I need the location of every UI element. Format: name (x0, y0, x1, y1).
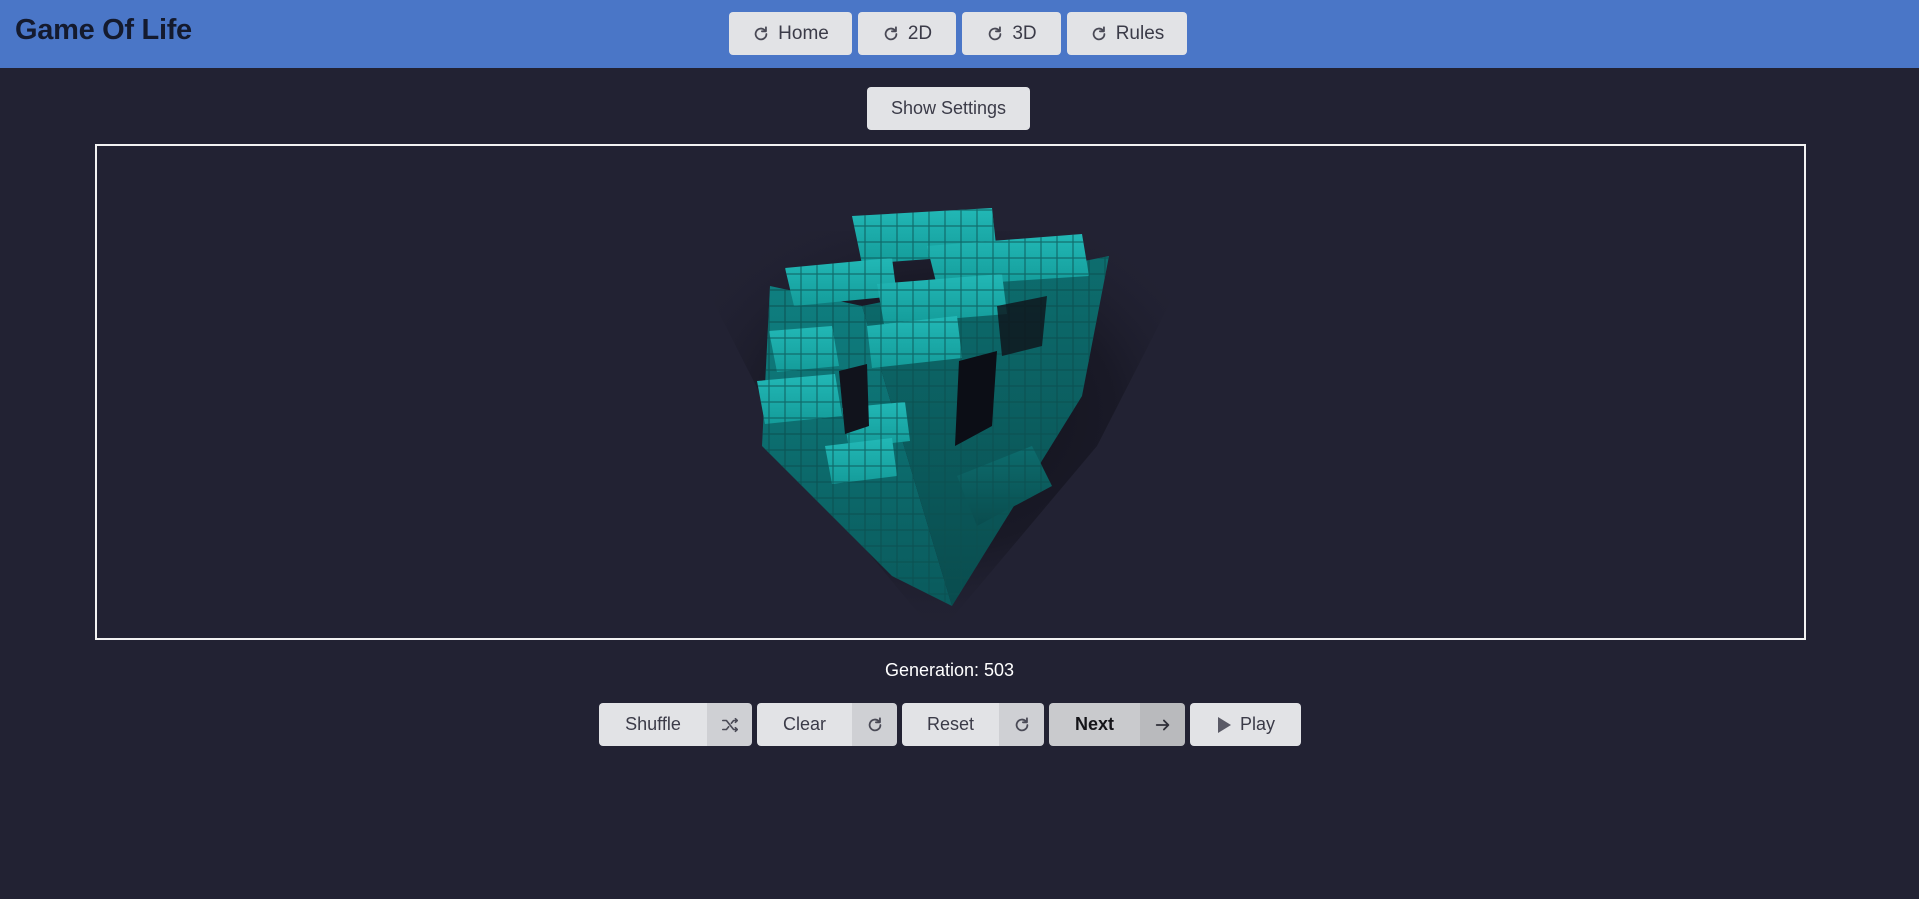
generation-counter: Generation: 503 (884, 660, 1015, 680)
redo-icon (752, 25, 770, 43)
shuffle-label: Shuffle (599, 703, 707, 746)
main-nav: Home 2D 3D Rules (729, 12, 1187, 55)
reset-button[interactable]: Reset (902, 703, 1044, 746)
shuffle-icon (707, 703, 752, 746)
redo-icon (852, 703, 897, 746)
next-button[interactable]: Next (1049, 703, 1185, 746)
redo-icon (986, 25, 1004, 43)
nav-3d-label: 3D (1012, 22, 1037, 44)
nav-home-button[interactable]: Home (729, 12, 852, 55)
clear-label: Clear (757, 703, 852, 746)
3d-cell-grid-graphic (677, 208, 1207, 636)
top-navbar: Game Of Life Home 2D 3D Rules (0, 0, 1919, 68)
nav-rules-button[interactable]: Rules (1067, 12, 1187, 55)
simulation-controls: Shuffle Clear Reset Next Play (599, 703, 1301, 746)
nav-2d-button[interactable]: 2D (858, 12, 956, 55)
reset-label: Reset (902, 703, 999, 746)
next-label: Next (1049, 703, 1140, 746)
shuffle-button[interactable]: Shuffle (599, 703, 752, 746)
redo-icon (999, 703, 1044, 746)
nav-2d-label: 2D (907, 22, 933, 44)
nav-3d-button[interactable]: 3D (962, 12, 1061, 55)
simulation-canvas[interactable] (95, 144, 1806, 640)
app-brand[interactable]: Game Of Life (15, 14, 192, 47)
play-button[interactable]: Play (1190, 703, 1301, 746)
nav-home-label: Home (778, 22, 829, 44)
play-icon (1216, 716, 1232, 734)
arrow-right-icon (1140, 703, 1185, 746)
redo-icon (882, 25, 900, 43)
play-label: Play (1239, 714, 1275, 734)
show-settings-button[interactable]: Show Settings (867, 87, 1030, 130)
redo-icon (1090, 25, 1108, 43)
nav-rules-label: Rules (1115, 22, 1165, 44)
clear-button[interactable]: Clear (757, 703, 897, 746)
